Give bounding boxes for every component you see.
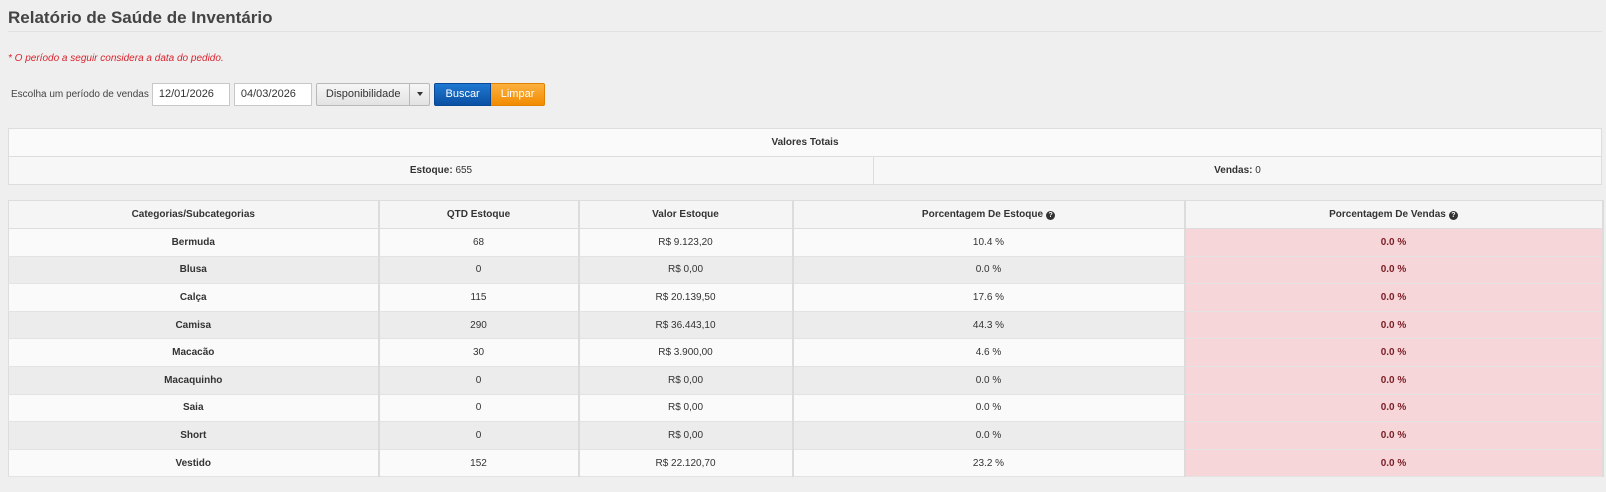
table-row: Calça 115 R$ 20.139,50 17.6 % 0.0 %: [8, 283, 1604, 312]
value-cell: R$ 20.139,50: [578, 283, 794, 312]
total-stock-value: 655: [455, 165, 473, 176]
value-cell: R$ 3.900,00: [578, 338, 794, 367]
stock-pct-cell: 44.3 %: [792, 311, 1186, 340]
stock-pct-cell: 0.0 %: [792, 366, 1186, 395]
help-icon[interactable]: ?: [1046, 211, 1056, 220]
table-row: Macaquinho 0 R$ 0,00 0.0 % 0.0 %: [8, 366, 1604, 395]
stock-pct-cell: 23.2 %: [792, 449, 1186, 478]
col-header-sales-pct: Porcentagem De Vendas?: [1184, 200, 1604, 229]
col-header-category: Categorias/Subcategorias: [8, 200, 380, 229]
table-row: Short 0 R$ 0,00 0.0 % 0.0 %: [8, 421, 1604, 450]
mode-select-value[interactable]: Disponibilidade: [315, 82, 411, 106]
clear-button[interactable]: Limpar: [490, 82, 546, 106]
category-cell: Vestido: [8, 449, 380, 478]
totals-row: Estoque: 655 Vendas: 0: [9, 157, 1601, 184]
category-cell: Camisa: [8, 311, 380, 340]
total-stock: Estoque: 655: [9, 157, 874, 184]
qty-cell: 0: [378, 421, 580, 450]
value-cell: R$ 0,00: [578, 394, 794, 423]
value-cell: R$ 36.443,10: [578, 311, 794, 340]
mode-select-toggle[interactable]: [410, 82, 431, 106]
mode-select[interactable]: Disponibilidade: [315, 82, 431, 106]
value-cell: R$ 22.120,70: [578, 449, 794, 478]
qty-cell: 0: [378, 366, 580, 395]
col-header-qty: QTD Estoque: [378, 200, 580, 229]
totals-panel: Valores Totais Estoque: 655 Vendas: 0: [8, 128, 1602, 185]
inventory-table: Categorias/Subcategorias QTD Estoque Val…: [8, 200, 1604, 478]
col-header-qty-label: QTD Estoque: [446, 209, 511, 220]
col-header-category-label: Categorias/Subcategorias: [131, 209, 255, 220]
value-cell: R$ 9.123,20: [578, 228, 794, 257]
help-icon[interactable]: ?: [1448, 211, 1458, 220]
total-sales-value: 0: [1255, 165, 1261, 176]
value-cell: R$ 0,00: [578, 421, 794, 450]
value-cell: R$ 0,00: [578, 366, 794, 395]
category-cell: Blusa: [8, 256, 380, 285]
sales-pct-cell: 0.0 %: [1184, 338, 1604, 367]
category-cell: Macaquinho: [8, 366, 380, 395]
table-row: Saia 0 R$ 0,00 0.0 % 0.0 %: [8, 394, 1604, 423]
stock-pct-cell: 10.4 %: [792, 228, 1186, 257]
sales-pct-cell: 0.0 %: [1184, 366, 1604, 395]
search-button[interactable]: Buscar: [434, 82, 491, 106]
inventory-health-report: Relatório de Saúde de Inventário * O per…: [0, 0, 1606, 478]
qty-cell: 0: [378, 394, 580, 423]
category-cell: Calça: [8, 283, 380, 312]
sales-pct-cell: 0.0 %: [1184, 311, 1604, 340]
qty-cell: 152: [378, 449, 580, 478]
table-row: Blusa 0 R$ 0,00 0.0 % 0.0 %: [8, 256, 1604, 285]
value-cell: R$ 0,00: [578, 256, 794, 285]
table-header-row: Categorias/Subcategorias QTD Estoque Val…: [8, 200, 1604, 229]
table-row: Vestido 152 R$ 22.120,70 23.2 % 0.0 %: [8, 449, 1604, 478]
period-note: * O período a seguir considera a data do…: [8, 53, 224, 64]
total-stock-label: Estoque:: [409, 165, 453, 176]
stock-pct-cell: 0.0 %: [792, 394, 1186, 423]
sales-pct-cell: 0.0 %: [1184, 256, 1604, 285]
sales-pct-cell: 0.0 %: [1184, 449, 1604, 478]
sales-pct-cell: 0.0 %: [1184, 394, 1604, 423]
table-row: Bermuda 68 R$ 9.123,20 10.4 % 0.0 %: [8, 228, 1604, 257]
table-row: Camisa 290 R$ 36.443,10 44.3 % 0.0 %: [8, 311, 1604, 340]
qty-cell: 30: [378, 338, 580, 367]
sales-pct-cell: 0.0 %: [1184, 283, 1604, 312]
sales-period-label: Escolha um período de vendas: [11, 88, 149, 100]
stock-pct-cell: 0.0 %: [792, 256, 1186, 285]
start-date-input[interactable]: 12/01/2026: [151, 82, 230, 106]
col-header-value: Valor Estoque: [578, 200, 794, 229]
qty-cell: 115: [378, 283, 580, 312]
caret-down-icon: [416, 92, 423, 96]
col-header-stock-pct-label: Porcentagem De Estoque: [921, 209, 1044, 220]
page-title: Relatório de Saúde de Inventário: [8, 0, 1602, 32]
category-cell: Bermuda: [8, 228, 380, 257]
qty-cell: 0: [378, 256, 580, 285]
sales-pct-cell: 0.0 %: [1184, 228, 1604, 257]
stock-pct-cell: 17.6 %: [792, 283, 1186, 312]
sales-pct-cell: 0.0 %: [1184, 421, 1604, 450]
qty-cell: 290: [378, 311, 580, 340]
category-cell: Macacão: [8, 338, 380, 367]
total-sales-label: Vendas:: [1214, 165, 1253, 176]
filter-bar: Escolha um período de vendas 12/01/2026 …: [8, 82, 1602, 106]
category-cell: Short: [8, 421, 380, 450]
total-sales: Vendas: 0: [874, 157, 1601, 184]
stock-pct-cell: 0.0 %: [792, 421, 1186, 450]
stock-pct-cell: 4.6 %: [792, 338, 1186, 367]
col-header-value-label: Valor Estoque: [652, 209, 719, 220]
end-date-input[interactable]: 04/03/2026: [233, 82, 312, 106]
totals-title: Valores Totais: [9, 129, 1601, 157]
col-header-sales-pct-label: Porcentagem De Vendas: [1329, 209, 1446, 220]
col-header-stock-pct: Porcentagem De Estoque?: [792, 200, 1186, 229]
category-cell: Saia: [8, 394, 380, 423]
qty-cell: 68: [378, 228, 580, 257]
table-row: Macacão 30 R$ 3.900,00 4.6 % 0.0 %: [8, 338, 1604, 367]
